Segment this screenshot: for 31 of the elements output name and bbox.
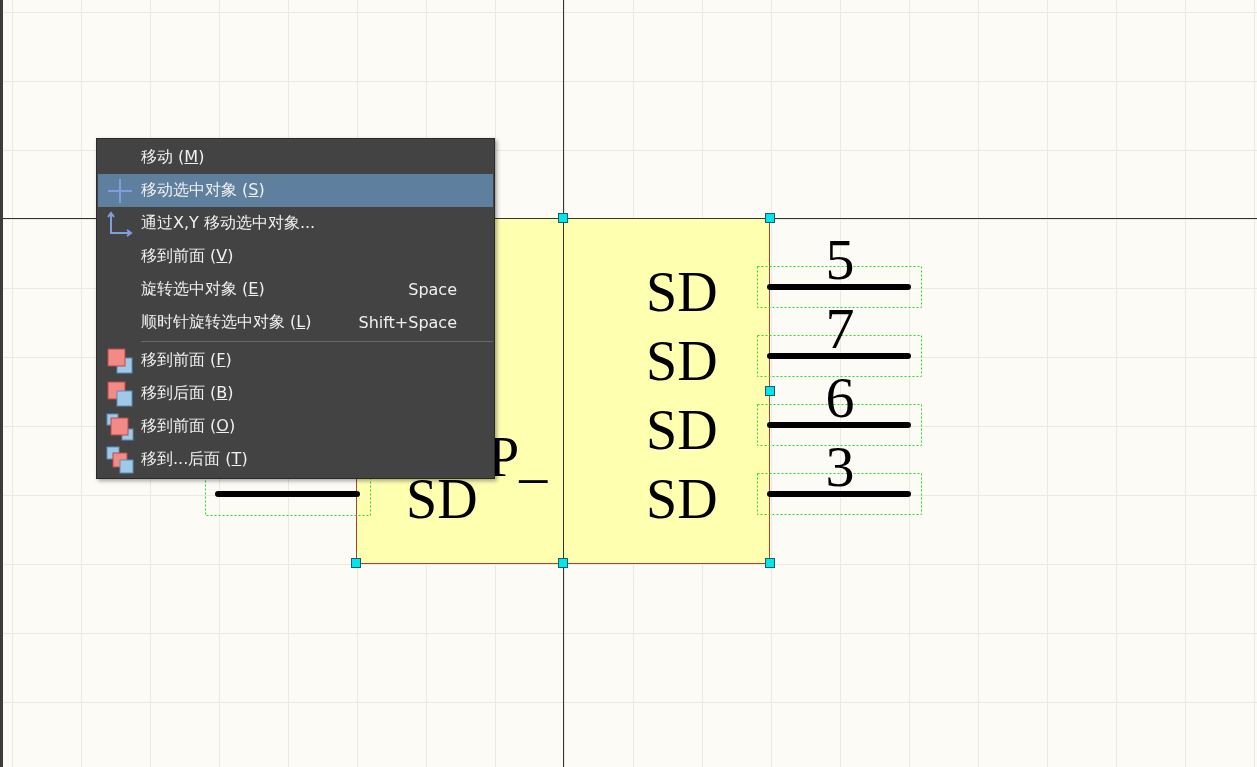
pin-label: SD xyxy=(646,330,718,392)
layers-icon xyxy=(105,379,134,408)
menu-item[interactable]: 移动 (M) xyxy=(98,141,493,174)
move-cross-icon xyxy=(106,177,133,204)
menu-item[interactable]: 通过X,Y 移动选中对象... xyxy=(98,207,493,240)
menu-item[interactable]: 移到前面 (O) xyxy=(98,410,493,443)
shortcut-text: Shift+Space xyxy=(358,313,457,332)
pin-label: SD xyxy=(646,261,718,323)
pin-label: SD xyxy=(646,399,718,461)
menu-item[interactable]: 移到后面 (B) xyxy=(98,377,493,410)
menu-item[interactable]: 顺时针旋转选中对象 (L) Shift+Space xyxy=(98,306,493,339)
menu-item[interactable]: 旋转选中对象 (E) Space xyxy=(98,273,493,306)
selection-handle[interactable] xyxy=(351,558,361,568)
shortcut-text: Space xyxy=(408,280,457,299)
layers-icon xyxy=(105,412,134,441)
layers-icon xyxy=(105,445,134,474)
selection-handle[interactable] xyxy=(765,213,775,223)
pin-label: SD xyxy=(646,468,718,530)
selection-handle[interactable] xyxy=(558,558,568,568)
menu-item[interactable]: 移到前面 (V) xyxy=(98,240,493,273)
pin-number: 5 xyxy=(825,227,855,292)
pin-number: 7 xyxy=(825,296,855,361)
selection-handle[interactable] xyxy=(558,213,568,223)
menu-item[interactable]: 移动选中对象 (S) xyxy=(98,174,493,207)
selection-handle[interactable] xyxy=(765,558,775,568)
pin-number: 3 xyxy=(825,434,855,499)
selection-handle[interactable] xyxy=(765,386,775,396)
pin-number: 6 xyxy=(825,365,855,430)
layers-icon xyxy=(105,346,134,375)
menu-item[interactable]: 移到前面 (F) xyxy=(98,344,493,377)
axes-arrow-icon xyxy=(106,210,133,237)
